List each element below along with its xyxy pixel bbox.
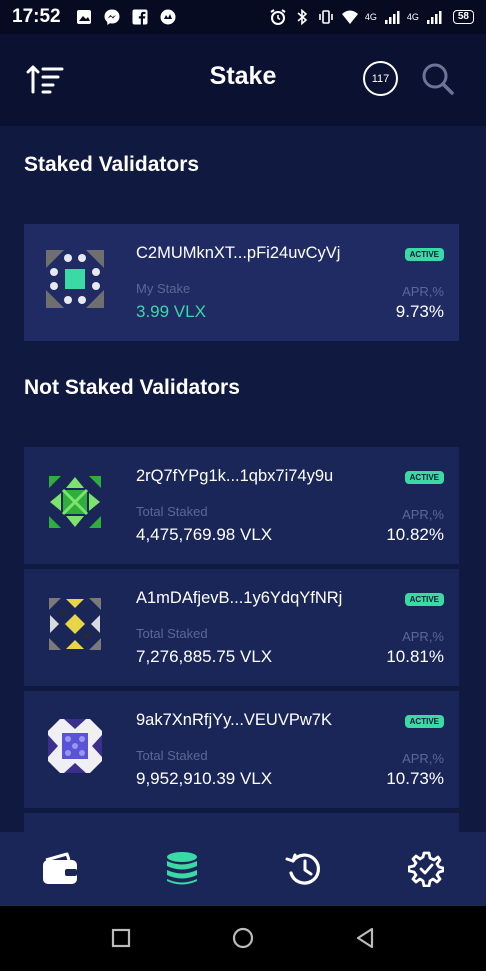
stake-label: My Stake [136, 281, 191, 296]
stake-label: Total Staked [136, 748, 208, 763]
validator-address: A1mDAfjevB...1y6YdqYfNRj [136, 589, 343, 607]
apr-value: 9.73% [395, 302, 444, 321]
nav-stake[interactable] [162, 850, 202, 888]
validator-address: 2rQ7fYPg1k...1qbx7i74y9u [136, 467, 334, 485]
vibrate-icon [319, 10, 333, 24]
wifi-icon [341, 10, 358, 24]
messenger-icon [104, 9, 120, 25]
stake-label: Total Staked [136, 626, 208, 641]
validator-avatar-icon [49, 598, 101, 650]
apr-label: APR,% [402, 629, 444, 644]
stake-amount: 3.99 VLX [136, 302, 206, 321]
validator-card[interactable]: C2MUMknXT...pFi24uvCyVj ACTIVE My Stake … [24, 224, 459, 341]
stake-label: Total Staked [136, 504, 208, 519]
nav-history[interactable] [284, 850, 324, 888]
back-icon[interactable] [353, 926, 377, 950]
validator-address: C2MUMknXT...pFi24uvCyVj [136, 244, 341, 262]
app-icon [160, 9, 176, 25]
apr-value: 10.73% [386, 769, 444, 788]
search-icon[interactable] [421, 62, 455, 96]
status-badge: ACTIVE [404, 715, 444, 728]
block-counter-badge[interactable]: 117 [363, 61, 398, 96]
alarm-icon [270, 9, 286, 25]
apr-label: APR,% [402, 507, 444, 522]
status-bar: 17:52 4G 4G 58 [0, 0, 486, 34]
stake-amount: 7,276,885.75 VLX [136, 647, 273, 666]
page-title: Stake [209, 62, 277, 90]
validator-card[interactable]: A1mDAfjevB...1y6YdqYfNRj ACTIVE Total St… [24, 569, 459, 686]
validator-card[interactable] [24, 813, 459, 832]
stake-amount: 4,475,769.98 VLX [136, 525, 273, 544]
battery-indicator: 58 [452, 10, 474, 24]
stake-amount: 9,952,910.39 VLX [136, 769, 273, 788]
gallery-icon [76, 10, 91, 24]
stake-icon [167, 852, 197, 885]
apr-value: 10.82% [386, 525, 444, 544]
status-badge: ACTIVE [404, 593, 444, 606]
network-label-1: 4G [364, 12, 377, 22]
apr-value: 10.81% [386, 647, 444, 666]
apr-label: APR,% [402, 751, 444, 766]
system-status: 4G 4G 58 [269, 8, 474, 26]
validator-avatar-icon [46, 473, 104, 531]
network-label-2: 4G [406, 12, 419, 22]
not-staked-section-title: Not Staked Validators [24, 376, 240, 399]
validator-avatar-icon [48, 719, 102, 773]
nav-settings[interactable] [406, 850, 446, 888]
status-badge: ACTIVE [404, 248, 444, 261]
facebook-icon [132, 9, 148, 25]
signal-icon-2 [426, 11, 442, 24]
wallet-icon [43, 852, 77, 884]
validator-card[interactable]: 2rQ7fYPg1k...1qbx7i74y9u ACTIVE Total St… [24, 447, 459, 564]
status-time: 17:52 [12, 6, 61, 27]
stake-content[interactable]: Staked Validators C2MUMknXT...pFi24uvCyV… [0, 126, 486, 832]
recents-icon[interactable] [109, 926, 133, 950]
home-icon[interactable] [231, 926, 255, 950]
history-icon [285, 853, 321, 885]
notification-icons [75, 8, 177, 26]
status-badge: ACTIVE [404, 471, 444, 484]
system-nav-bar [0, 906, 486, 971]
bluetooth-icon [297, 8, 308, 26]
apr-label: APR,% [402, 284, 444, 299]
validator-card[interactable]: 9ak7XnRfjYy...VEUVPw7K ACTIVE Total Stak… [24, 691, 459, 808]
bottom-nav [0, 832, 486, 906]
settings-icon [408, 851, 444, 887]
signal-icon [384, 11, 400, 24]
nav-wallet[interactable] [40, 850, 80, 888]
validator-avatar-icon [46, 250, 104, 308]
validator-address: 9ak7XnRfjYy...VEUVPw7K [136, 711, 332, 729]
app-header: Stake 117 [0, 34, 486, 126]
staked-section-title: Staked Validators [24, 153, 200, 176]
